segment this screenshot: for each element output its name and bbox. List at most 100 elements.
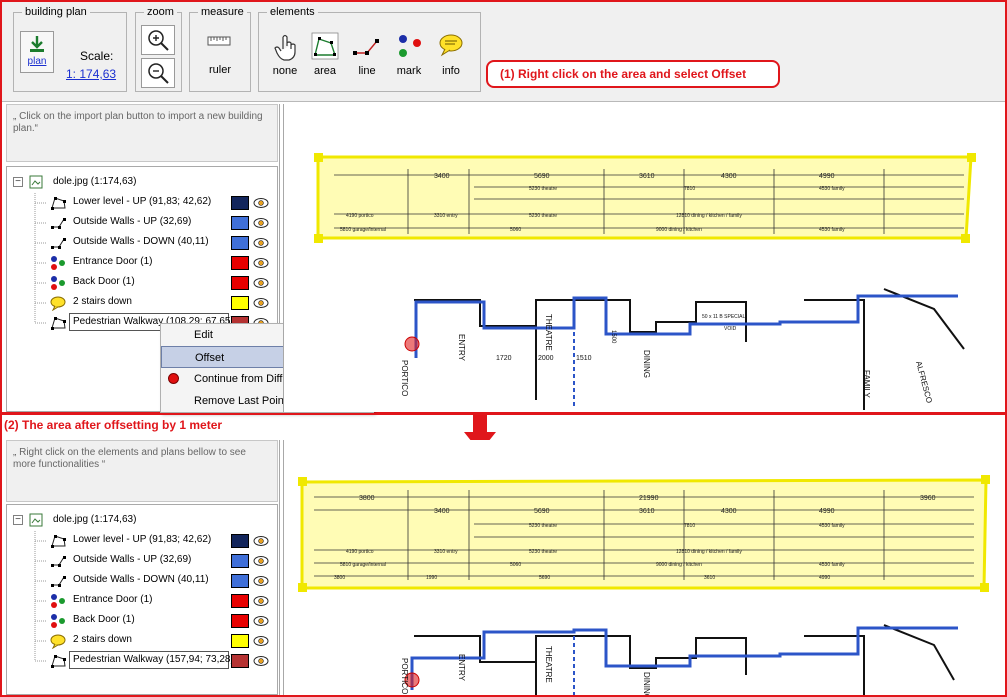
import-plan-label: plan [27,56,47,67]
dim-label: 4190 portico [346,213,374,219]
building-plan-group: building plan plan Scale: 1: 174,63 [13,6,127,92]
dim-label: 7810 [684,186,695,192]
layers-panel-bottom: „ Right click on the elements and plans … [2,440,280,695]
tree-item-layer[interactable]: Back Door (1) [7,611,277,631]
eye-icon[interactable] [253,277,269,289]
dim-label: 21990 [639,495,659,502]
layer-color-swatch[interactable] [231,554,249,568]
dim-label: 3610 [639,173,655,180]
eye-icon[interactable] [253,655,269,667]
tool-area-button[interactable]: area [305,31,345,87]
layer-color-swatch[interactable] [231,276,249,290]
layer-color-swatch[interactable] [231,594,249,608]
eye-icon[interactable] [253,297,269,309]
collapse-toggle-icon[interactable]: − [13,515,23,525]
tool-none-label: none [272,65,298,77]
dim-label: 5810 garage/internal [340,227,386,233]
eye-icon[interactable] [253,535,269,547]
zoom-out-icon [148,63,169,84]
eye-icon[interactable] [253,575,269,587]
dim-label: 5060 [510,562,521,568]
layer-color-swatch[interactable] [231,654,249,668]
tool-mark-button[interactable]: mark [389,31,429,87]
hint-text-bottom: „ Right click on the elements and plans … [6,440,278,502]
layer-color-swatch[interactable] [231,534,249,548]
dim-label: VOID [724,326,737,332]
tree-item-label: Entrance Door (1) [73,594,153,605]
eye-icon[interactable] [253,237,269,249]
tree-item-layer[interactable]: Lower level - UP (91,83; 42,62) [7,531,277,551]
ruler-label: ruler [208,64,231,76]
layer-color-swatch[interactable] [231,236,249,250]
eye-icon[interactable] [253,197,269,209]
eye-icon[interactable] [253,615,269,627]
layer-color-swatch[interactable] [231,634,249,648]
tool-line-button[interactable]: line [347,31,387,87]
dim-label: 7810 [684,523,695,529]
scale-value-link[interactable]: 1: 174,63 [66,67,116,81]
tree-item-label: Outside Walls - DOWN (40,11) [73,574,209,585]
dim-label: 5060 [510,227,521,233]
eye-icon[interactable] [253,635,269,647]
outside-walls [414,294,958,358]
tree-root-plan[interactable]: − dole.jpg (1:174,63) [7,173,277,193]
tool-none-button[interactable]: none [265,31,305,87]
layer-color-swatch[interactable] [231,574,249,588]
area-polygon-icon [49,195,67,211]
tree-item-label: Outside Walls - DOWN (40,11) [73,236,209,247]
line-tool-icon [49,553,67,569]
tree-item-layer[interactable]: 2 stairs down [7,293,277,313]
zoom-out-button[interactable] [141,58,175,88]
image-file-icon [29,175,43,189]
tree-root-plan[interactable]: − dole.jpg (1:174,63) [7,511,277,531]
tree-item-layer[interactable]: Entrance Door (1) [7,591,277,611]
dim-label: 3310 entry [434,549,458,555]
tree-item-label: dole.jpg (1:174,63) [53,514,137,525]
layer-color-swatch[interactable] [231,296,249,310]
tool-line-label: line [358,65,376,77]
tree-item-layer[interactable]: Entrance Door (1) [7,253,277,273]
tree-item-layer[interactable]: Pedestrian Walkway (157,94; 73,28) [7,651,277,671]
layer-color-swatch[interactable] [231,196,249,210]
layer-tree-bottom: − dole.jpg (1:174,63) Lower level - UP (91… [6,504,278,695]
tree-item-layer[interactable]: Outside Walls - UP (32,69) [7,213,277,233]
red-dot-icon [168,373,179,384]
tree-item-label: Lower level - UP (91,83; 42,62) [73,196,212,207]
tree-item-layer[interactable]: Lower level - UP (91,83; 42,62) [7,193,277,213]
zoom-title: zoom [144,6,177,19]
room-label: THEATRE [544,646,553,683]
area-handle [298,583,307,592]
plan-canvas-bottom[interactable]: 3800 21990 3960 3400 5690 3610 4300 4990… [283,440,1003,695]
eye-icon[interactable] [253,555,269,567]
image-file-icon [29,513,43,527]
layer-color-swatch[interactable] [231,256,249,270]
zoom-in-button[interactable] [141,25,175,55]
eye-icon[interactable] [253,595,269,607]
tree-item-layer[interactable]: 2 stairs down [7,631,277,651]
layer-color-swatch[interactable] [231,614,249,628]
plan-canvas-top[interactable]: 3400 5690 3610 4300 4990 5230 theatre 78… [283,104,1003,412]
area-handle [961,234,970,243]
dim-label: 3400 [434,508,450,515]
layer-color-swatch[interactable] [231,216,249,230]
measure-title: measure [198,6,247,19]
tree-item-layer[interactable]: Outside Walls - UP (32,69) [7,551,277,571]
ruler-icon [207,36,231,46]
tree-item-layer[interactable]: Back Door (1) [7,273,277,293]
dim-label: 5230 theatre [529,186,557,192]
dim-label: 3800 [359,495,375,502]
step-2-caption: (2) The area after offsetting by 1 meter [4,418,223,432]
room-label: PORTICO [400,360,409,396]
tree-item-layer[interactable]: Outside Walls - DOWN (40,11) [7,571,277,591]
selected-area-shape [316,155,973,240]
import-plan-button[interactable]: plan [20,31,54,73]
tool-info-button[interactable]: info [431,31,471,87]
ruler-button[interactable]: ruler [190,27,250,87]
dim-label: 5810 garage/internal [340,562,386,568]
collapse-toggle-icon[interactable]: − [13,177,23,187]
tree-item-layer[interactable]: Outside Walls - DOWN (40,11) [7,233,277,253]
eye-icon[interactable] [253,217,269,229]
eye-icon[interactable] [253,257,269,269]
area-handle [314,234,323,243]
line-tool-icon [353,39,379,55]
